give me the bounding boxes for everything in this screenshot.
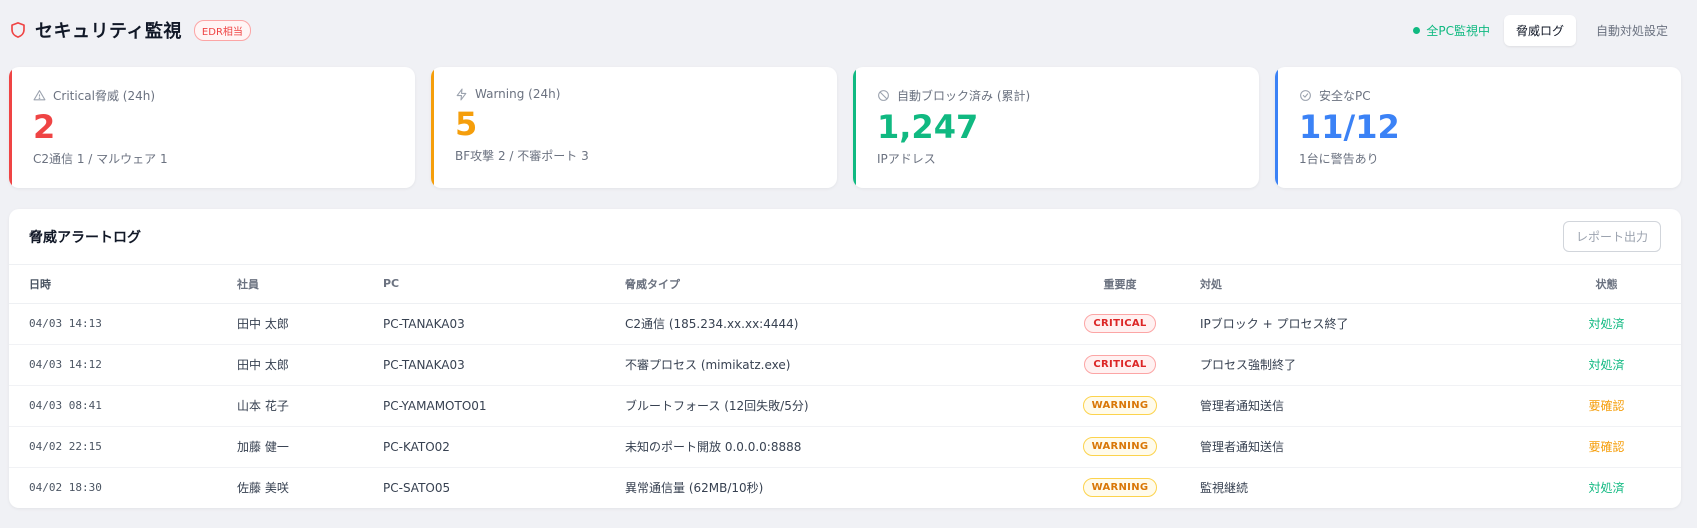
kpi-warning: Warning (24h) 5 BF攻撃 2 / 不審ポート 3 [431,67,837,188]
col-header-pc[interactable]: PC [363,265,605,304]
col-header-action[interactable]: 対処 [1180,265,1560,304]
cell-threat-type: 異常通信量 (62MB/10秒) [625,481,764,496]
cell-pc: PC-TANAKA03 [363,344,605,386]
cell-severity: WARNING [1060,426,1180,468]
cell-action: 管理者通知送信 [1180,426,1560,468]
col-header-threat-type[interactable]: 脅威タイプ [605,265,1060,304]
kpi-auto-blocked-sub: IPアドレス [877,152,936,166]
cell-threat-type: C2通信 (185.234.xx.xx:4444) [605,303,1060,345]
kpi-safe-pc-label: 安全なPC [1319,89,1371,103]
kpi-auto-blocked-value: 1,247 [877,108,979,146]
alert-triangle-icon [33,90,46,101]
col-header-datetime[interactable]: 日時 [9,265,217,304]
kpi-critical: Critical脅威 (24h) 2 C2通信 1 / マルウェア 1 [9,67,415,188]
cell-threat-type: 不審プロセス (mimikatz.exe) [605,344,1060,386]
cell-severity: WARNING [1060,467,1180,508]
header-actions: 全PC監視中 脅威ログ 自動対処設定 [1413,14,1680,46]
panel-title: 脅威アラートログ [29,229,141,246]
security-monitor-page: セキュリティ監視 EDR相当 全PC監視中 脅威ログ 自動対処設定 Critic… [0,0,1697,528]
threat-log-table: 日時 社員 PC 脅威タイプ 重要度 対処 状態 04/03 14:13 田中 … [9,265,1681,508]
severity-badge: CRITICAL [1084,314,1156,333]
table-row[interactable]: 04/03 14:12 田中 太郎 PC-TANAKA03 不審プロセス (mi… [9,344,1681,386]
status-dot-icon [1413,26,1421,34]
col-header-severity[interactable]: 重要度 [1060,265,1180,304]
col-header-status[interactable]: 状態 [1560,265,1681,304]
kpi-cards: Critical脅威 (24h) 2 C2通信 1 / マルウェア 1 Warn… [9,67,1681,188]
kpi-critical-label: Critical脅威 (24h) [53,89,156,103]
kpi-warning-sub: BF攻撃 2 / 不審ポート 3 [455,149,589,163]
table-row[interactable]: 04/03 14:13 田中 太郎 PC-TANAKA03 C2通信 (185.… [9,303,1681,345]
kpi-warning-label: Warning (24h) [475,87,561,101]
block-icon [878,90,889,101]
check-circle-icon [1300,90,1311,101]
cell-severity: CRITICAL [1060,344,1180,386]
severity-badge: WARNING [1082,437,1158,456]
cell-employee: 田中 太郎 [217,344,363,386]
cell-datetime: 04/02 22:15 [9,426,217,468]
cell-status: 対処済 [1560,303,1681,345]
cell-pc: PC-YAMAMOTO01 [363,385,605,427]
cell-pc: PC-SATO05 [383,480,451,495]
page-title: セキュリティ監視 [35,21,182,42]
tab-threat-log[interactable]: 脅威ログ [1503,14,1576,46]
cell-threat-type: ブルートフォース (12回失敗/5分) [605,385,1060,427]
kpi-critical-value: 2 [33,108,56,146]
cell-datetime: 04/03 14:13 [9,303,217,345]
cell-datetime: 04/03 14:12 [9,344,217,386]
brand: セキュリティ監視 EDR相当 [9,17,251,43]
panel-header: 脅威アラートログ レポート出力 [9,209,1681,265]
monitor-status: 全PC監視中 [1413,22,1490,39]
cell-status: 対処済 [1588,481,1625,496]
table-row[interactable]: 04/02 18:30 佐藤 美咲 PC-SATO05 異常通信量 (62MB/… [9,467,1681,508]
export-report-button[interactable]: レポート出力 [1562,221,1661,252]
table-header-row: 日時 社員 PC 脅威タイプ 重要度 対処 状態 [9,265,1681,304]
kpi-safe-pc: 安全なPC 11/12 1台に警告あり [1275,67,1681,188]
cell-threat-type: 未知のポート開放 0.0.0.0:8888 [605,426,1060,468]
cell-action: 管理者通知送信 [1180,385,1560,427]
threat-alert-log-panel: 脅威アラートログ レポート出力 日時 社員 PC 脅威タイプ 重要度 対処 状態… [9,209,1681,508]
cell-datetime: 04/02 18:30 [29,481,102,495]
cell-severity: CRITICAL [1060,303,1180,345]
cell-action: 監視継続 [1200,481,1249,496]
tab-auto-response-settings[interactable]: 自動対処設定 [1584,15,1680,46]
col-header-employee[interactable]: 社員 [217,265,363,304]
monitor-status-label: 全PC監視中 [1426,23,1490,38]
cell-pc: PC-TANAKA03 [363,303,605,345]
severity-badge: CRITICAL [1084,355,1156,374]
table-row[interactable]: 04/02 22:15 加藤 健一 PC-KATO02 未知のポート開放 0.0… [9,426,1681,468]
cell-employee: 山本 花子 [217,385,363,427]
cell-action: IPブロック + プロセス終了 [1180,303,1560,345]
cell-pc: PC-KATO02 [363,426,605,468]
kpi-auto-blocked-label: 自動ブロック済み (累計) [897,89,1031,103]
kpi-auto-blocked: 自動ブロック済み (累計) 1,247 IPアドレス [853,67,1259,188]
kpi-safe-pc-value: 11/12 [1299,108,1400,146]
cell-status: 要確認 [1560,385,1681,427]
edr-badge: EDR相当 [193,19,251,41]
header: セキュリティ監視 EDR相当 全PC監視中 脅威ログ 自動対処設定 [0,0,1697,60]
kpi-warning-value: 5 [455,105,478,143]
kpi-safe-pc-sub: 1台に警告あり [1299,152,1379,166]
bolt-icon [456,88,467,100]
cell-employee: 田中 太郎 [217,303,363,345]
shield-icon [11,22,25,38]
table-row[interactable]: 04/03 08:41 山本 花子 PC-YAMAMOTO01 ブルートフォース… [9,385,1681,427]
kpi-critical-sub: C2通信 1 / マルウェア 1 [33,152,168,166]
cell-employee: 佐藤 美咲 [237,481,289,496]
cell-datetime: 04/03 08:41 [9,385,217,427]
cell-action: プロセス強制終了 [1180,344,1560,386]
cell-employee: 加藤 健一 [217,426,363,468]
cell-severity: WARNING [1060,385,1180,427]
severity-badge: WARNING [1082,396,1158,415]
severity-badge: WARNING [1082,478,1158,498]
cell-status: 要確認 [1560,426,1681,468]
cell-status: 対処済 [1560,344,1681,386]
